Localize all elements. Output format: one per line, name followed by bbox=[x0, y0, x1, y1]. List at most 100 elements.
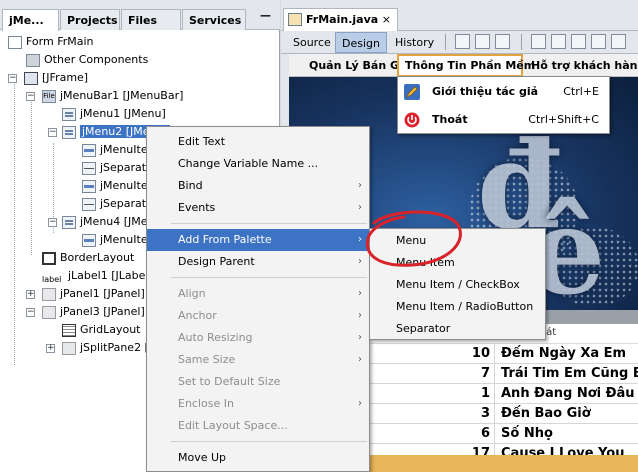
align-top-icon[interactable] bbox=[591, 34, 606, 49]
connection-mode-icon[interactable] bbox=[475, 34, 490, 49]
context-item-edit-text[interactable]: Edit Text bbox=[147, 131, 369, 153]
menu-separator bbox=[171, 277, 367, 278]
left-tab-bar: jMe... Projects Files Services — bbox=[0, 0, 280, 31]
submenu-item-menu-item[interactable]: Menu Item bbox=[370, 252, 545, 274]
submenu-item-menu-item-checkbox[interactable]: Menu Item / CheckBox bbox=[370, 274, 545, 296]
panel-icon bbox=[42, 305, 56, 319]
tree-node-gridlayout[interactable]: GridLayout bbox=[62, 320, 140, 339]
chevron-right-icon: › bbox=[358, 180, 362, 191]
panel-icon bbox=[42, 287, 56, 301]
java-file-icon bbox=[288, 13, 302, 26]
other-components-icon bbox=[26, 53, 40, 67]
file-tab-label: FrMain.java bbox=[306, 13, 379, 26]
expand-toggle[interactable]: + bbox=[26, 290, 35, 299]
collapse-toggle[interactable]: − bbox=[48, 128, 57, 137]
context-menu: Edit Text Change Variable Name ... Bind ›… bbox=[146, 126, 370, 472]
tree-node-jframe[interactable]: [JFrame] bbox=[24, 68, 88, 87]
collapse-toggle[interactable]: − bbox=[26, 308, 35, 317]
chevron-right-icon: › bbox=[358, 234, 362, 245]
menu-item-icon bbox=[82, 233, 96, 247]
minimize-icon[interactable]: — bbox=[260, 9, 271, 22]
menu-separator bbox=[171, 441, 367, 442]
tab-history[interactable]: History bbox=[389, 32, 440, 53]
tab-source[interactable]: Source bbox=[287, 32, 337, 53]
tree-node-jseparator[interactable]: jSeparat bbox=[82, 158, 146, 177]
tab-files[interactable]: Files bbox=[121, 9, 181, 30]
context-item-set-default-size: Set to Default Size bbox=[178, 375, 281, 388]
tab-projects[interactable]: Projects bbox=[60, 9, 120, 30]
menu-thong-tin[interactable]: Thông Tin Phần Mềm bbox=[397, 54, 535, 77]
grid-layout-icon bbox=[62, 323, 76, 337]
align-right-icon[interactable] bbox=[551, 34, 566, 49]
context-item-events[interactable]: Events › bbox=[147, 197, 369, 219]
expand-toggle[interactable]: + bbox=[46, 344, 55, 353]
collapse-toggle[interactable]: − bbox=[26, 92, 35, 101]
split-pane-icon bbox=[62, 341, 76, 355]
menu-separator bbox=[171, 223, 367, 224]
center-horizontally-icon[interactable] bbox=[571, 34, 586, 49]
context-item-anchor: Anchor › bbox=[147, 305, 369, 327]
context-item-same-size: Same Size › bbox=[147, 349, 369, 371]
align-bottom-icon[interactable] bbox=[611, 34, 626, 49]
chevron-right-icon: › bbox=[358, 398, 362, 409]
preview-design-icon[interactable] bbox=[495, 34, 510, 49]
chevron-right-icon: › bbox=[358, 310, 362, 321]
separator-icon bbox=[82, 197, 96, 211]
menubar-icon: File bbox=[42, 89, 56, 103]
chevron-right-icon: › bbox=[358, 202, 362, 213]
context-item-enclose-in: Enclose In › bbox=[147, 393, 369, 415]
collapse-toggle[interactable]: − bbox=[48, 218, 57, 227]
app-menubar: Quản Lý Bán Giá Thông Tin Phần Mềm Hỗ tr… bbox=[289, 54, 638, 77]
chevron-right-icon: › bbox=[358, 354, 362, 365]
label-icon: label bbox=[42, 274, 62, 284]
chevron-right-icon: › bbox=[358, 332, 362, 343]
chevron-right-icon: › bbox=[358, 288, 362, 299]
info-menu-popup: Giới thiệu tác giả Ctrl+E Thoát Ctrl+Shi… bbox=[397, 76, 610, 134]
chevron-right-icon: › bbox=[358, 256, 362, 267]
tab-design[interactable]: Design bbox=[335, 32, 387, 53]
context-item-auto-resizing: Auto Resizing › bbox=[147, 327, 369, 349]
file-tab-bar: FrMain.java × bbox=[281, 0, 638, 31]
collapse-toggle[interactable]: − bbox=[8, 74, 17, 83]
tree-node-jmenu1[interactable]: jMenu1 [JMenu] bbox=[62, 104, 166, 123]
menu-ho-tro[interactable]: Hỗ trợ khách hàng bbox=[525, 54, 638, 77]
frame-icon bbox=[24, 71, 38, 85]
tab-frmain-java[interactable]: FrMain.java × bbox=[283, 8, 398, 31]
palette-submenu: Menu Menu Item Menu Item / CheckBox Menu… bbox=[369, 228, 546, 340]
close-icon[interactable]: × bbox=[382, 9, 391, 30]
border-layout-icon bbox=[42, 251, 56, 265]
menu-item-thoat[interactable]: Thoát Ctrl+Shift+C bbox=[398, 106, 609, 134]
tree-node-jseparator[interactable]: jSeparat bbox=[82, 194, 146, 213]
tree-node-jlabel1[interactable]: label jLabel1 [JLabel] bbox=[42, 266, 153, 285]
tree-node-form[interactable]: Form FrMain bbox=[8, 32, 94, 51]
submenu-item-menu[interactable]: Menu bbox=[370, 230, 545, 252]
tree-node-jmenubar1[interactable]: File jMenuBar1 [JMenuBar] bbox=[42, 86, 183, 105]
context-item-design-parent[interactable]: Design Parent › bbox=[147, 251, 369, 273]
tab-navigator[interactable]: jMe... bbox=[2, 9, 59, 31]
separator-icon bbox=[82, 161, 96, 175]
tree-node-jmenu4[interactable]: jMenu4 [JMen bbox=[62, 212, 155, 231]
context-item-align: Align › bbox=[147, 283, 369, 305]
tree-node-other-components[interactable]: Other Components bbox=[26, 50, 148, 69]
power-icon bbox=[404, 112, 420, 128]
menu-icon bbox=[62, 125, 76, 139]
tree-node-jmenuitem[interactable]: jMenuIte bbox=[82, 140, 148, 159]
pencil-icon bbox=[404, 84, 420, 100]
tree-node-jmenuitem[interactable]: jMenuIte bbox=[82, 176, 148, 195]
context-item-add-from-palette[interactable]: Add From Palette › bbox=[147, 229, 369, 251]
submenu-item-separator[interactable]: Separator bbox=[370, 318, 545, 340]
tab-services[interactable]: Services bbox=[182, 9, 246, 30]
selection-mode-icon[interactable] bbox=[455, 34, 470, 49]
context-item-change-variable-name[interactable]: Change Variable Name ... bbox=[147, 153, 369, 175]
context-item-edit-layout-space: Edit Layout Space... bbox=[178, 419, 288, 432]
tree-node-jpanel1[interactable]: jPanel1 [JPanel] bbox=[42, 284, 145, 303]
align-left-icon[interactable] bbox=[531, 34, 546, 49]
context-item-bind[interactable]: Bind › bbox=[147, 175, 369, 197]
tree-node-jsplitpane2[interactable]: jSplitPane2 [ bbox=[62, 338, 149, 357]
context-item-move-up[interactable]: Move Up bbox=[147, 447, 369, 469]
tree-node-jpanel3[interactable]: jPanel3 [JPanel] bbox=[42, 302, 145, 321]
tree-node-jmenuitem[interactable]: jMenuIte bbox=[82, 230, 148, 249]
menu-item-gioi-thieu[interactable]: Giới thiệu tác giả Ctrl+E bbox=[398, 78, 609, 106]
tree-node-borderlayout[interactable]: BorderLayout bbox=[42, 248, 134, 267]
submenu-item-menu-item-radiobutton[interactable]: Menu Item / RadioButton bbox=[370, 296, 545, 318]
